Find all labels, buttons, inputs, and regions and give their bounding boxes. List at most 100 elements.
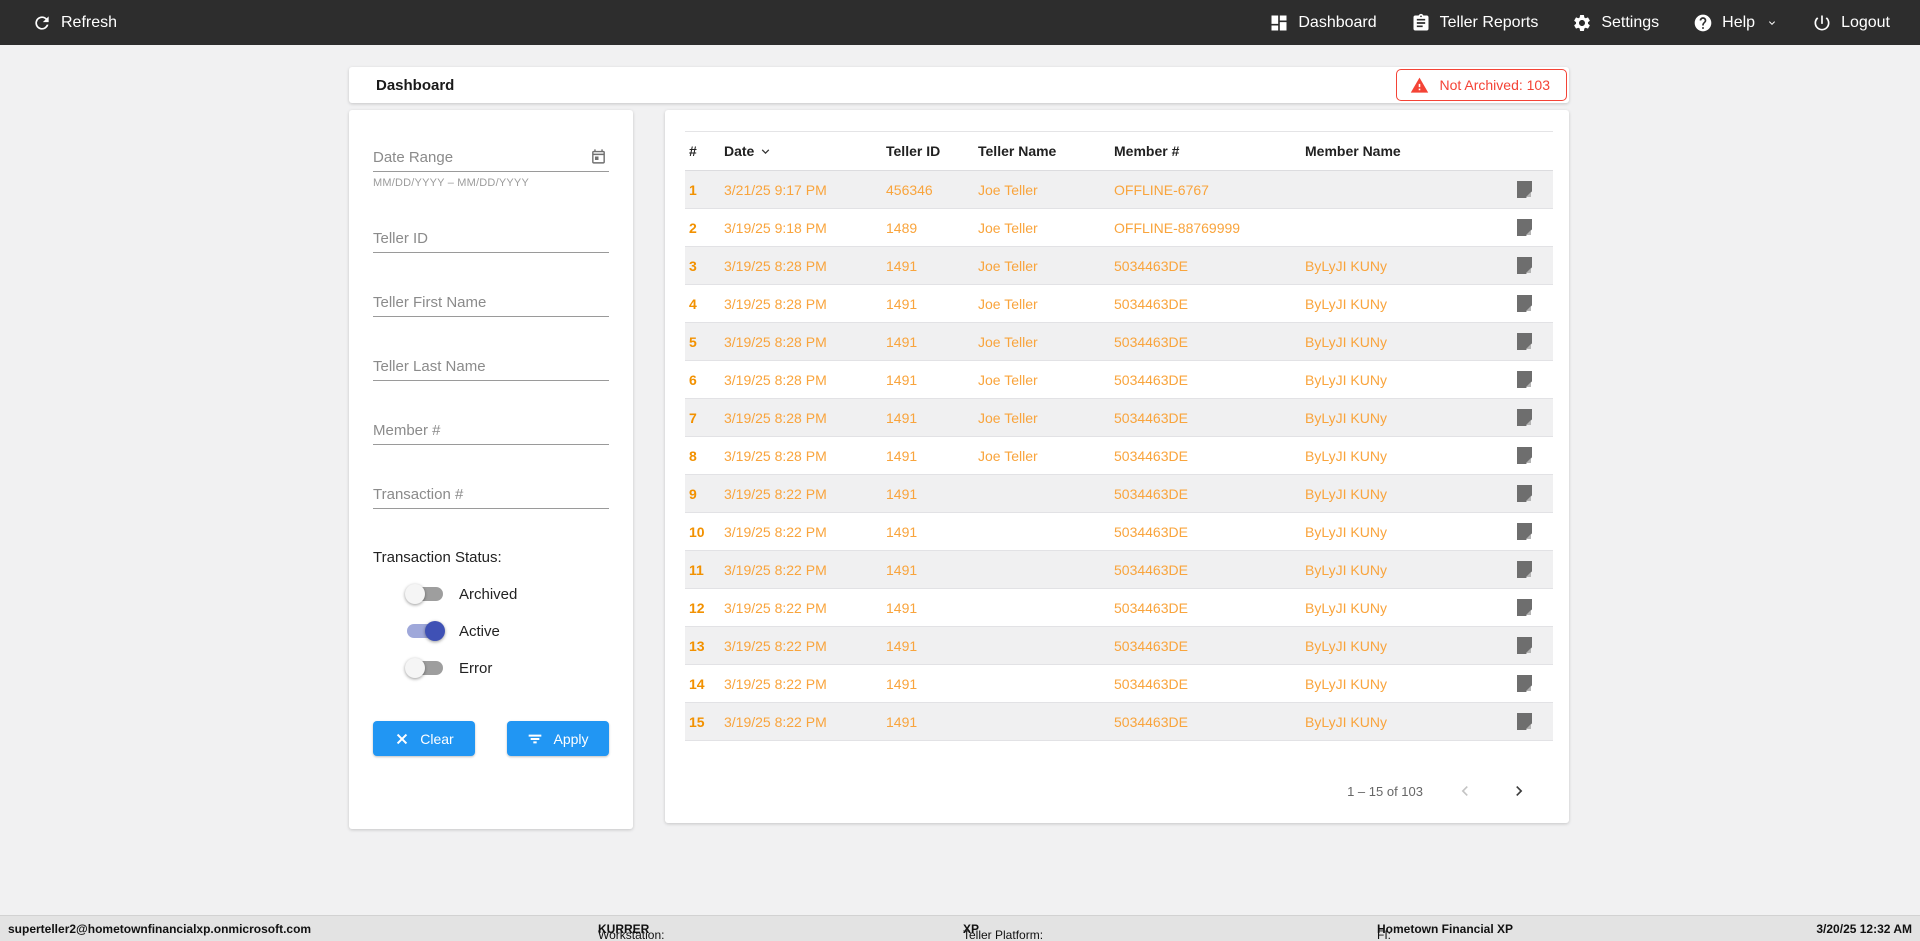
date-range-field: MM/DD/YYYY – MM/DD/YYYY [373, 144, 609, 189]
cell-mname: ByLyJI KUNy [1301, 360, 1493, 399]
refresh-button[interactable]: Refresh [32, 13, 117, 33]
active-switch[interactable] [405, 621, 445, 641]
table-body: 1 3/21/25 9:17 PM 456346 Joe Teller OFFLINE-… [685, 170, 1553, 741]
note-icon[interactable] [1517, 295, 1532, 312]
cell-mname: ByLyJI KUNy [1301, 702, 1493, 741]
cell-tid: 1491 [882, 588, 974, 627]
cell-tname [974, 550, 1110, 589]
apply-button[interactable]: Apply [507, 721, 609, 756]
cell-tid: 1491 [882, 474, 974, 513]
note-icon[interactable] [1517, 599, 1532, 616]
cell-mname: ByLyJI KUNy [1301, 664, 1493, 703]
teller-id-input[interactable] [373, 225, 609, 253]
teller-id-field [373, 225, 609, 253]
table-row[interactable]: 10 3/19/25 8:22 PM 1491 5034463DE ByLyJI KUN… [685, 512, 1553, 551]
note-icon[interactable] [1517, 181, 1532, 198]
nav-dashboard[interactable]: Dashboard [1269, 13, 1377, 33]
toggle-active[interactable]: Active [405, 621, 609, 641]
clear-label: Clear [420, 730, 454, 747]
note-icon[interactable] [1517, 561, 1532, 578]
table-row[interactable]: 8 3/19/25 8:28 PM 1491 Joe Teller 5034463DE B… [685, 436, 1553, 475]
cell-num: 5 [685, 322, 720, 361]
teller-platform-status: Teller Platform: XP [963, 922, 1044, 941]
cell-mname [1301, 208, 1493, 247]
table-row[interactable]: 13 3/19/25 8:22 PM 1491 5034463DE ByLyJI KUN… [685, 626, 1553, 665]
note-icon[interactable] [1517, 713, 1532, 730]
table-row[interactable]: 2 3/19/25 9:18 PM 1489 Joe Teller OFFLINE-88… [685, 208, 1553, 247]
nav-logout[interactable]: Logout [1812, 13, 1890, 33]
table-row[interactable]: 15 3/19/25 8:22 PM 1491 5034463DE ByLyJI KUN… [685, 702, 1553, 741]
table-row[interactable]: 5 3/19/25 8:28 PM 1491 Joe Teller 5034463DE B… [685, 322, 1553, 361]
cell-num: 9 [685, 474, 720, 513]
cell-num: 6 [685, 360, 720, 399]
nav-settings-label: Settings [1601, 13, 1660, 31]
archived-switch[interactable] [405, 584, 445, 604]
cell-mnum: 5034463DE [1110, 284, 1301, 323]
col-teller-name[interactable]: Teller Name [974, 131, 1110, 171]
nav-teller-reports-label: Teller Reports [1439, 13, 1539, 31]
table-row[interactable]: 3 3/19/25 8:28 PM 1491 Joe Teller 5034463DE B… [685, 246, 1553, 285]
transaction-number-input[interactable] [373, 481, 609, 509]
date-range-input[interactable] [373, 144, 609, 172]
calendar-icon[interactable] [590, 148, 607, 165]
not-archived-badge[interactable]: Not Archived: 103 [1396, 69, 1567, 101]
cell-tid: 1491 [882, 398, 974, 437]
settings-gear-icon [1574, 14, 1591, 31]
error-switch[interactable] [405, 658, 445, 678]
note-icon[interactable] [1517, 447, 1532, 464]
toggle-archived[interactable]: Archived [405, 584, 609, 604]
note-icon[interactable] [1517, 371, 1532, 388]
table-row[interactable]: 9 3/19/25 8:22 PM 1491 5034463DE ByLyJI KUNy [685, 474, 1553, 513]
col-member-number[interactable]: Member # [1110, 131, 1301, 171]
cell-tname: Joe Teller [974, 360, 1110, 399]
toggle-error[interactable]: Error [405, 658, 609, 678]
nav-help[interactable]: Help [1693, 13, 1778, 33]
cell-mname: ByLyJI KUNy [1301, 512, 1493, 551]
table-row[interactable]: 12 3/19/25 8:22 PM 1491 5034463DE ByLyJI KUN… [685, 588, 1553, 627]
cell-date: 3/19/25 8:22 PM [720, 474, 882, 513]
note-icon[interactable] [1517, 675, 1532, 692]
nav-teller-reports[interactable]: Teller Reports [1411, 13, 1539, 33]
table-row[interactable]: 6 3/19/25 8:28 PM 1491 Joe Teller 5034463DE B… [685, 360, 1553, 399]
note-icon[interactable] [1517, 485, 1532, 502]
cell-tname [974, 702, 1110, 741]
note-icon[interactable] [1517, 409, 1532, 426]
cell-actions [1493, 626, 1553, 665]
note-icon[interactable] [1517, 637, 1532, 654]
col-teller-id[interactable]: Teller ID [882, 131, 974, 171]
col-date[interactable]: Date [720, 131, 882, 171]
cell-num: 14 [685, 664, 720, 703]
cell-actions [1493, 588, 1553, 627]
cell-mname: ByLyJI KUNy [1301, 322, 1493, 361]
teller-last-name-input[interactable] [373, 353, 609, 381]
nav-settings[interactable]: Settings [1572, 13, 1659, 33]
table-row[interactable]: 4 3/19/25 8:28 PM 1491 Joe Teller 5034463DE B… [685, 284, 1553, 323]
pagination: 1 – 15 of 103 [1347, 779, 1531, 803]
note-icon[interactable] [1517, 523, 1532, 540]
teller-first-name-input[interactable] [373, 289, 609, 317]
cell-mnum: OFFLINE-88769999 [1110, 208, 1301, 247]
table-row[interactable]: 14 3/19/25 8:22 PM 1491 5034463DE ByLyJI KUN… [685, 664, 1553, 703]
member-number-field [373, 417, 609, 445]
cell-date: 3/19/25 8:28 PM [720, 436, 882, 475]
previous-page-button[interactable] [1453, 779, 1477, 803]
cell-tname [974, 626, 1110, 665]
filter-icon [529, 734, 542, 743]
archived-label: Archived [459, 585, 518, 603]
next-page-button[interactable] [1507, 779, 1531, 803]
table-row[interactable]: 7 3/19/25 8:28 PM 1491 Joe Teller 5034463DE B… [685, 398, 1553, 437]
logged-in-user: superteller2@hometownfinancialxp.onmicro… [8, 922, 312, 936]
not-archived-label: Not Archived: 103 [1439, 77, 1550, 93]
cell-date: 3/19/25 8:28 PM [720, 360, 882, 399]
note-icon[interactable] [1517, 257, 1532, 274]
close-icon [397, 733, 408, 744]
clear-button[interactable]: Clear [373, 721, 475, 756]
cell-tid: 1491 [882, 626, 974, 665]
table-row[interactable]: 1 3/21/25 9:17 PM 456346 Joe Teller OFFLINE-… [685, 170, 1553, 209]
member-number-input[interactable] [373, 417, 609, 445]
col-member-name[interactable]: Member Name [1301, 131, 1493, 171]
table-row[interactable]: 11 3/19/25 8:22 PM 1491 5034463DE ByLyJI KUN… [685, 550, 1553, 589]
note-icon[interactable] [1517, 333, 1532, 350]
note-icon[interactable] [1517, 219, 1532, 236]
col-date-label: Date [724, 143, 755, 159]
